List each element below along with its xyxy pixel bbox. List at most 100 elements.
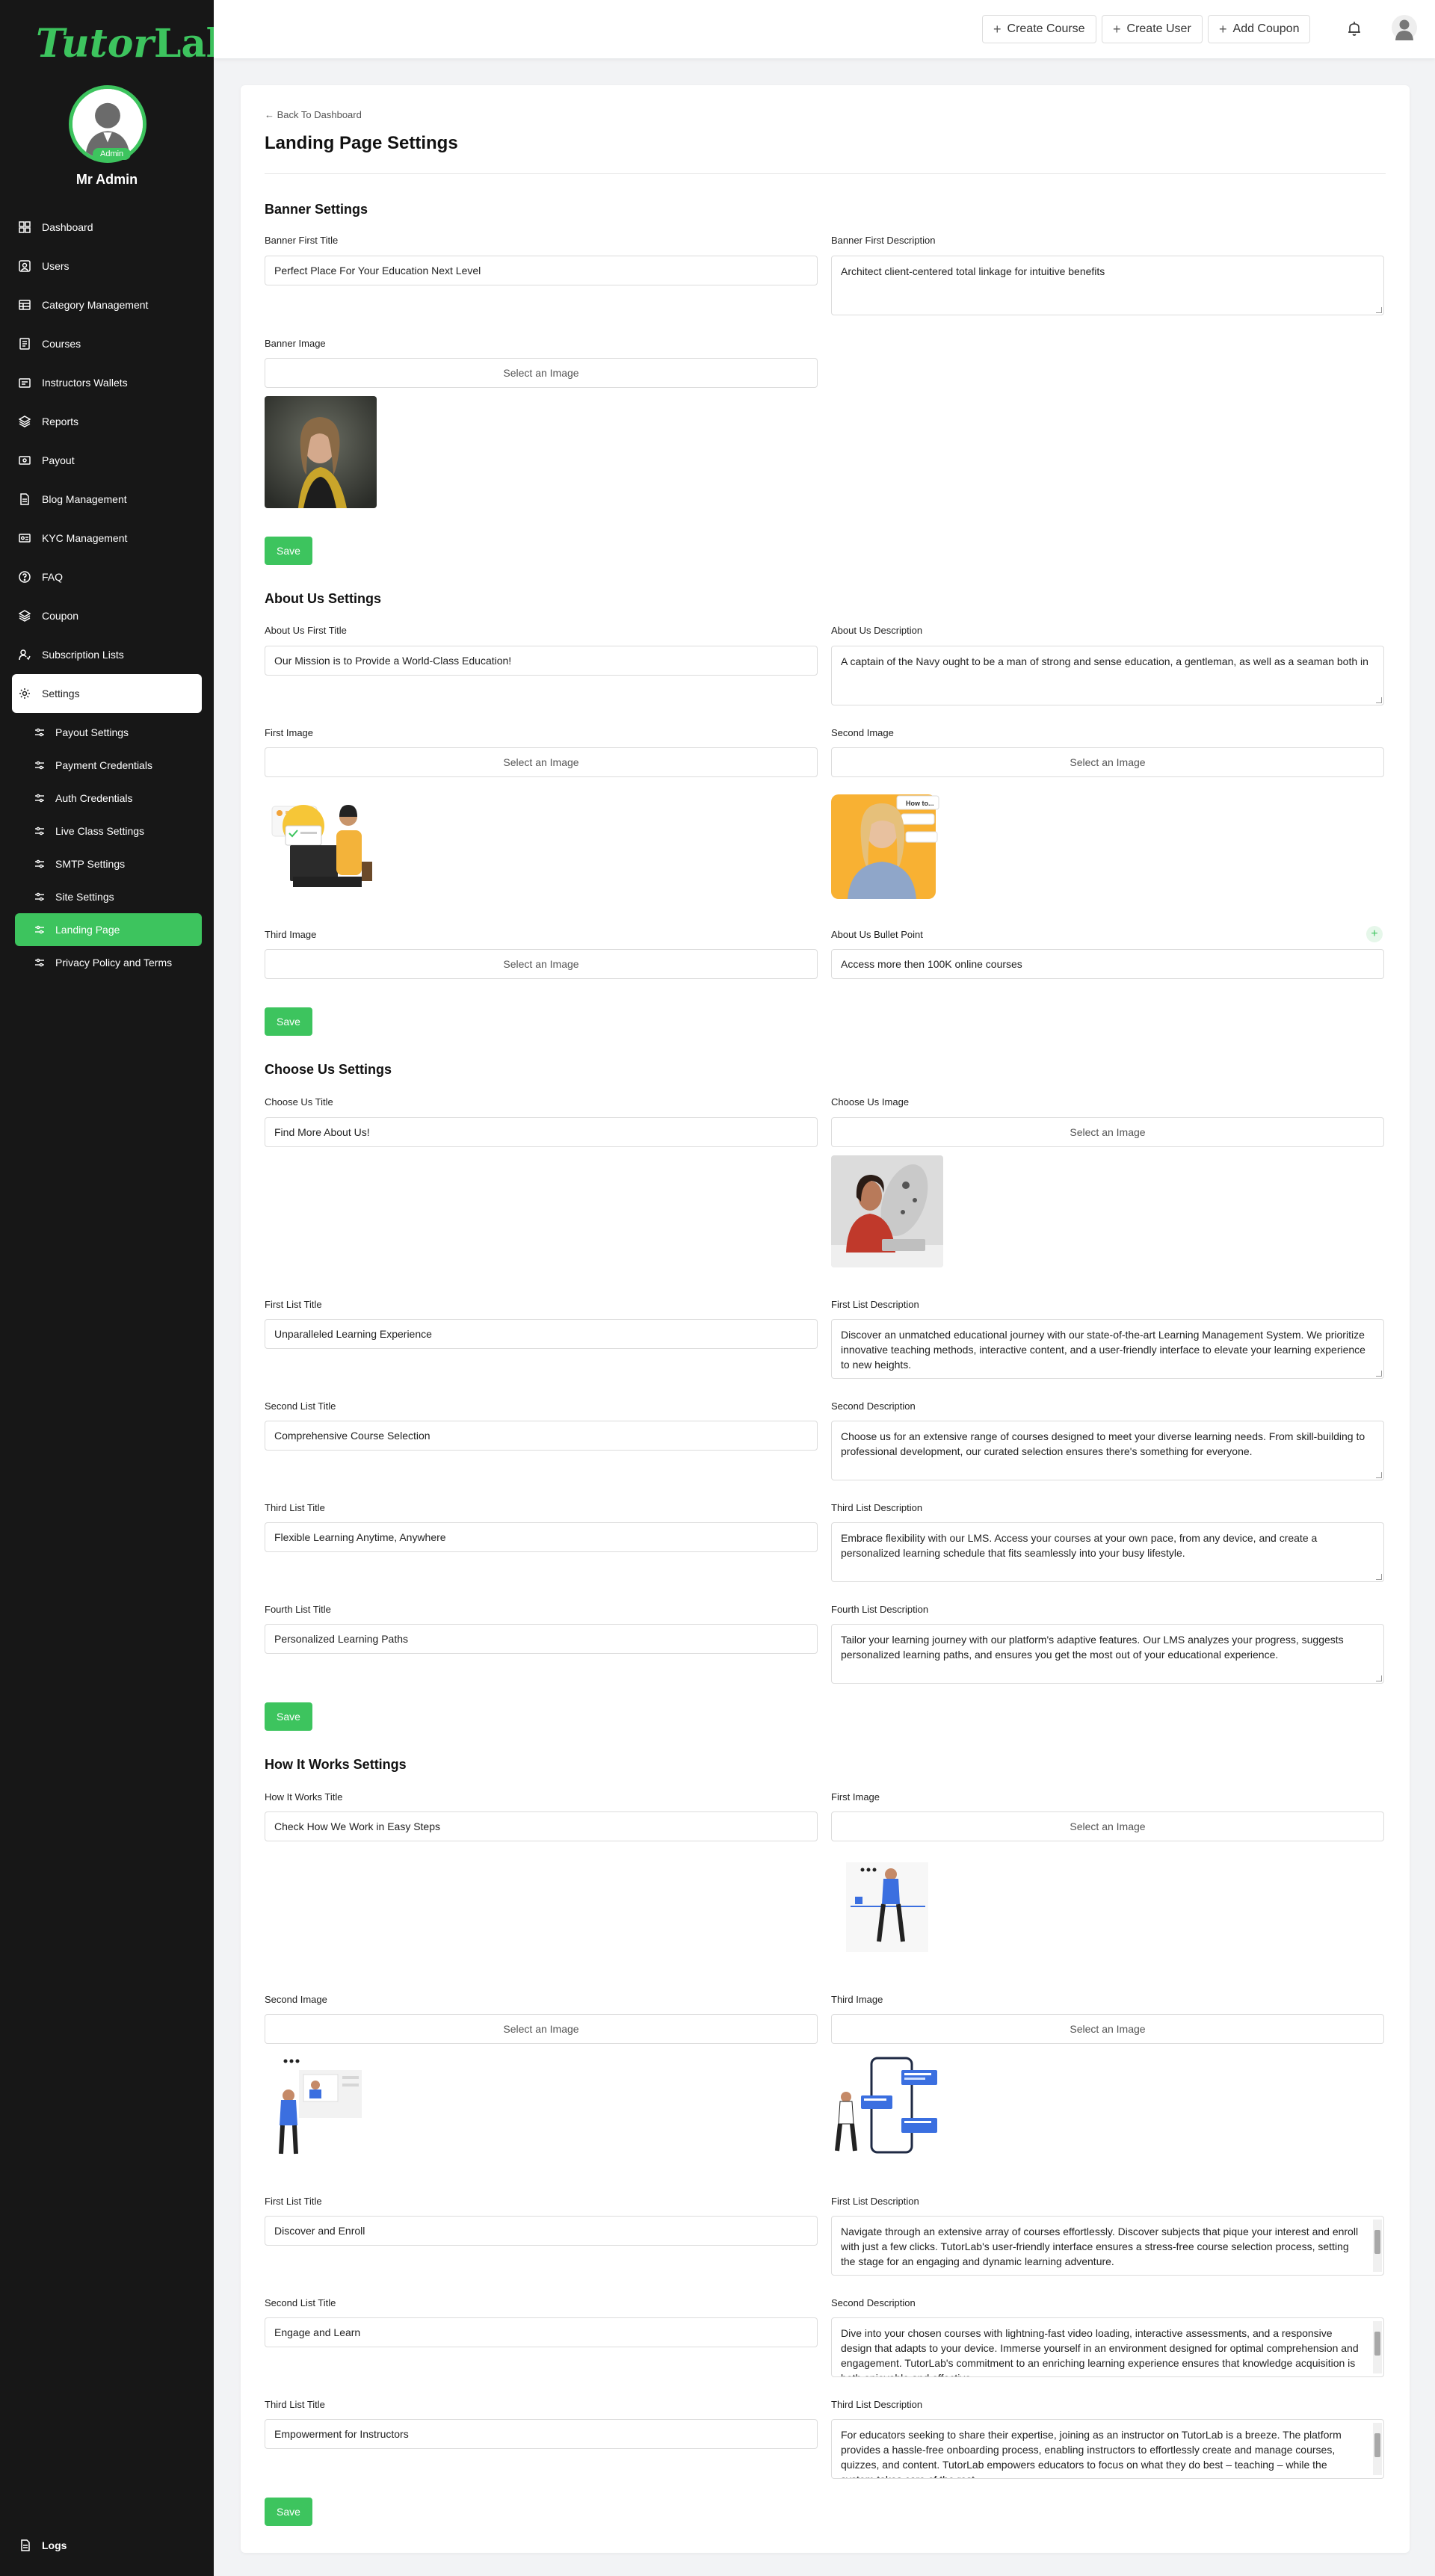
- about-first-image-select-button[interactable]: Select an Image: [265, 747, 818, 777]
- sidebar-subitem-payment-credentials[interactable]: Payment Credentials: [15, 749, 202, 782]
- banner-first-description-textarea[interactable]: Architect client-centered total linkage …: [831, 256, 1384, 315]
- how-third-list-title-input[interactable]: Empowerment for Instructors: [265, 2419, 818, 2449]
- back-to-dashboard-link[interactable]: ← Back To Dashboard: [265, 109, 362, 120]
- resize-grip-icon[interactable]: [1376, 1472, 1382, 1478]
- how-second-list-title-input[interactable]: Engage and Learn: [265, 2317, 818, 2347]
- create-course-label: Create Course: [1007, 22, 1085, 35]
- sidebar-subitem-payout-settings[interactable]: Payout Settings: [15, 716, 202, 749]
- sidebar-item-reports[interactable]: Reports: [12, 402, 202, 441]
- coupon-icon: [18, 609, 31, 623]
- choose-fourth-list-description-textarea[interactable]: Tailor your learning journey with our pl…: [831, 1624, 1384, 1684]
- svg-text:How to...: How to...: [906, 800, 934, 807]
- resize-grip-icon[interactable]: [1376, 697, 1382, 703]
- choose-third-list-description-textarea[interactable]: Embrace flexibility with our LMS. Access…: [831, 1522, 1384, 1582]
- how-second-list-title-label: Second List Title: [265, 2297, 336, 2308]
- how-first-image-preview: [831, 1852, 943, 1964]
- logs-label: Logs: [42, 2539, 67, 2551]
- resize-grip-icon[interactable]: [1376, 1675, 1382, 1681]
- dashboard-icon: [18, 220, 31, 234]
- choose-us-image-select-button[interactable]: Select an Image: [831, 1117, 1384, 1147]
- choose-third-list-title-input[interactable]: Flexible Learning Anytime, Anywhere: [265, 1522, 818, 1552]
- about-us-first-title-input[interactable]: Our Mission is to Provide a World-Class …: [265, 646, 818, 676]
- choose-us-title-input[interactable]: Find More About Us!: [265, 1117, 818, 1147]
- choose-first-list-title-label: First List Title: [265, 1299, 322, 1310]
- about-bullet-point-input[interactable]: Access more then 100K online courses: [831, 949, 1384, 979]
- sidebar-subitem-label: Payment Credentials: [55, 759, 152, 771]
- about-second-image-select-button[interactable]: Select an Image: [831, 747, 1384, 777]
- choose-fourth-list-description-label: Fourth List Description: [831, 1604, 929, 1615]
- banner-image-select-button[interactable]: Select an Image: [265, 358, 818, 388]
- about-third-image-label: Third Image: [265, 929, 317, 940]
- sidebar-item-label: Dashboard: [42, 221, 93, 233]
- sidebar-subitem-privacy-policy[interactable]: Privacy Policy and Terms: [15, 946, 202, 979]
- about-us-description-textarea[interactable]: A captain of the Navy ought to be a man …: [831, 646, 1384, 705]
- how-it-works-settings-heading: How It Works Settings: [265, 1757, 407, 1772]
- how-third-list-description-text: For educators seeking to share their exp…: [841, 2429, 1342, 2478]
- resize-grip-icon[interactable]: [1376, 1574, 1382, 1580]
- sidebar-subitem-auth-credentials[interactable]: Auth Credentials: [15, 782, 202, 815]
- sidebar-item-courses[interactable]: Courses: [12, 324, 202, 363]
- sidebar-item-subscription-lists[interactable]: Subscription Lists: [12, 635, 202, 674]
- create-course-button[interactable]: + Create Course: [982, 15, 1096, 43]
- sidebar-item-category-management[interactable]: Category Management: [12, 285, 202, 324]
- about-save-button[interactable]: Save: [265, 1007, 312, 1036]
- about-third-image-select-button[interactable]: Select an Image: [265, 949, 818, 979]
- sliders-icon: [34, 760, 45, 770]
- sidebar-subitem-site-settings[interactable]: Site Settings: [15, 880, 202, 913]
- sidebar-item-label: Subscription Lists: [42, 649, 124, 661]
- sidebar-item-settings[interactable]: Settings: [12, 674, 202, 713]
- choose-second-list-title-input[interactable]: Comprehensive Course Selection: [265, 1421, 818, 1451]
- how-third-image-select-button[interactable]: Select an Image: [831, 2014, 1384, 2044]
- add-bullet-point-button[interactable]: +: [1366, 926, 1383, 942]
- add-coupon-button[interactable]: + Add Coupon: [1208, 15, 1311, 43]
- how-third-list-description-textarea[interactable]: For educators seeking to share their exp…: [831, 2419, 1384, 2479]
- sidebar-item-payout[interactable]: Payout: [12, 441, 202, 480]
- choose-fourth-list-title-input[interactable]: Personalized Learning Paths: [265, 1624, 818, 1654]
- sidebar-item-users[interactable]: Users: [12, 247, 202, 285]
- logo-text-tutor: Tutor: [36, 21, 154, 67]
- tutorlab-logo[interactable]: TutorLab: [36, 21, 233, 67]
- sidebar-item-kyc-management[interactable]: KYC Management: [12, 519, 202, 557]
- choose-first-list-title-input[interactable]: Unparalleled Learning Experience: [265, 1319, 818, 1349]
- bell-icon[interactable]: [1345, 19, 1363, 37]
- banner-first-title-input[interactable]: Perfect Place For Your Education Next Le…: [265, 256, 818, 285]
- choose-third-list-title-label: Third List Title: [265, 1502, 325, 1513]
- how-first-image-label: First Image: [831, 1791, 880, 1803]
- sidebar-subitem-smtp-settings[interactable]: SMTP Settings: [15, 847, 202, 880]
- banner-first-description-text: Architect client-centered total linkage …: [841, 265, 1105, 277]
- sidebar-item-coupon[interactable]: Coupon: [12, 596, 202, 635]
- sidebar-item-logs[interactable]: Logs: [19, 2539, 67, 2551]
- create-user-button[interactable]: + Create User: [1102, 15, 1203, 43]
- scrollbar[interactable]: [1373, 2321, 1382, 2373]
- how-it-works-title-input[interactable]: Check How We Work in Easy Steps: [265, 1811, 818, 1841]
- how-third-list-title-label: Third List Title: [265, 2399, 325, 2410]
- banner-save-button[interactable]: Save: [265, 537, 312, 565]
- sidebar-item-instructors-wallets[interactable]: Instructors Wallets: [12, 363, 202, 402]
- choose-us-save-button[interactable]: Save: [265, 1702, 312, 1731]
- resize-grip-icon[interactable]: [1376, 307, 1382, 313]
- sidebar-item-label: KYC Management: [42, 532, 128, 544]
- scrollbar[interactable]: [1373, 2220, 1382, 2272]
- how-it-works-save-button[interactable]: Save: [265, 2498, 312, 2526]
- how-first-list-description-textarea[interactable]: Navigate through an extensive array of c…: [831, 2216, 1384, 2276]
- scrollbar[interactable]: [1373, 2423, 1382, 2475]
- user-menu-icon[interactable]: [1392, 15, 1417, 40]
- how-first-image-select-button[interactable]: Select an Image: [831, 1811, 1384, 1841]
- how-second-image-select-button[interactable]: Select an Image: [265, 2014, 818, 2044]
- faq-icon: [18, 570, 31, 584]
- sidebar-item-blog-management[interactable]: Blog Management: [12, 480, 202, 519]
- how-second-description-textarea[interactable]: Dive into your chosen courses with light…: [831, 2317, 1384, 2377]
- about-us-description-text: A captain of the Navy ought to be a man …: [841, 655, 1368, 667]
- admin-badge: Admin: [93, 148, 132, 160]
- how-first-list-description-label: First List Description: [831, 2196, 919, 2207]
- how-first-list-title-input[interactable]: Discover and Enroll: [265, 2216, 818, 2246]
- choose-first-list-description-textarea[interactable]: Discover an unmatched educational journe…: [831, 1319, 1384, 1379]
- sidebar-item-dashboard[interactable]: Dashboard: [12, 208, 202, 247]
- resize-grip-icon[interactable]: [1376, 1371, 1382, 1377]
- sidebar-subitem-landing-page[interactable]: Landing Page: [15, 913, 202, 946]
- sidebar-item-faq[interactable]: FAQ: [12, 557, 202, 596]
- sidebar-subitem-label: Landing Page: [55, 924, 120, 936]
- sidebar-subitem-label: Auth Credentials: [55, 792, 133, 804]
- sidebar-subitem-live-class-settings[interactable]: Live Class Settings: [15, 815, 202, 847]
- choose-second-description-textarea[interactable]: Choose us for an extensive range of cour…: [831, 1421, 1384, 1480]
